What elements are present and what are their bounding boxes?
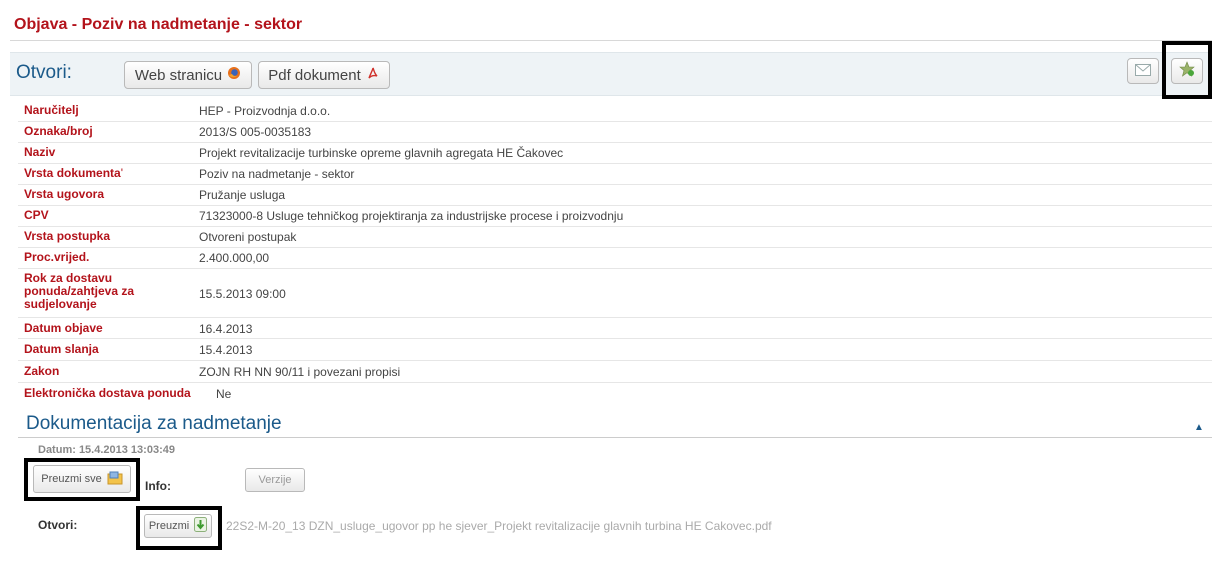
detail-label: Vrsta dokumenta' <box>24 166 123 180</box>
detail-row: Datum objave 16.4.2013 <box>18 318 1212 339</box>
highlight-box <box>24 458 140 501</box>
detail-label: Datum objave <box>24 321 103 335</box>
detail-row: Vrsta ugovora Pružanje usluga <box>18 185 1212 206</box>
detail-label: Oznaka/broj <box>24 124 93 138</box>
detail-label: Vrsta postupka <box>24 229 111 243</box>
pdf-document-button[interactable]: Pdf dokument <box>258 61 390 89</box>
detail-value: Pružanje usluga <box>199 188 286 202</box>
detail-row: Elektronička dostava ponuda Ne <box>18 383 1212 404</box>
open-label: Otvori: <box>16 62 72 83</box>
detail-value: Otvoreni postupak <box>199 230 297 244</box>
page-title: Objava - Poziv na nadmetanje - sektor <box>14 16 303 33</box>
title-divider <box>10 40 1212 41</box>
detail-row: Vrsta postupka Otvoreni postupak <box>18 227 1212 248</box>
detail-row: Naručitelj HEP - Proizvodnja d.o.o. <box>18 101 1212 122</box>
detail-label: Naručitelj <box>24 103 79 117</box>
detail-value: HEP - Proizvodnja d.o.o. <box>199 104 331 118</box>
detail-label: Naziv <box>24 145 56 159</box>
detail-label: Proc.vrijed. <box>24 250 90 264</box>
email-button[interactable] <box>1127 58 1159 84</box>
firefox-icon <box>227 66 241 84</box>
detail-value: Projekt revitalizacije turbinske opreme … <box>199 146 564 160</box>
documentation-title: Dokumentacija za nadmetanje <box>26 413 282 434</box>
detail-value: 71323000-8 Usluge tehničkog projektiranj… <box>199 209 624 223</box>
web-page-button-label: Web stranicu <box>134 66 223 84</box>
detail-label: Elektronička dostava ponuda <box>24 386 191 400</box>
pdf-icon <box>366 66 380 84</box>
detail-row: Proc.vrijed. 2.400.000,00 <box>18 248 1212 269</box>
pdf-document-button-label: Pdf dokument <box>268 66 361 84</box>
detail-label: CPV <box>24 208 49 222</box>
open-file-label: Otvori: <box>38 518 78 532</box>
detail-row: Zakon ZOJN RH NN 90/11 i povezani propis… <box>18 361 1212 383</box>
detail-value: 2.400.000,00 <box>199 251 270 265</box>
highlight-box <box>1162 41 1212 99</box>
detail-row: Rok za dostavu ponuda/zahtjeva za sudjel… <box>18 269 1212 318</box>
detail-value: 2013/S 005-0035183 <box>199 125 312 139</box>
highlight-box <box>136 506 222 550</box>
envelope-icon <box>1135 63 1151 80</box>
detail-label: Zakon <box>24 364 60 378</box>
documentation-date: Datum: 15.4.2013 13:03:49 <box>38 444 175 456</box>
versions-button[interactable]: Verzije <box>245 468 305 492</box>
collapse-caret-icon[interactable]: ▲ <box>1194 422 1204 433</box>
detail-value: 16.4.2013 <box>199 322 253 336</box>
detail-row: Vrsta dokumenta' Poziv na nadmetanje - s… <box>18 164 1212 185</box>
detail-row: CPV 71323000-8 Usluge tehničkog projekti… <box>18 206 1212 227</box>
detail-value: 15.4.2013 <box>199 343 253 357</box>
detail-label: Datum slanja <box>24 342 99 356</box>
detail-label: Vrsta ugovora <box>24 187 105 201</box>
detail-row: Oznaka/broj 2013/S 005-0035183 <box>18 122 1212 143</box>
detail-value: ZOJN RH NN 90/11 i povezani propisi <box>199 365 401 379</box>
detail-value: Poziv na nadmetanje - sektor <box>199 167 355 181</box>
detail-value: Ne <box>216 387 232 401</box>
detail-row: Naziv Projekt revitalizacije turbinske o… <box>18 143 1212 164</box>
detail-label: Rok za dostavu ponuda/zahtjeva za sudjel… <box>24 271 135 311</box>
file-name-link[interactable]: 22S2-M-20_13 DZN_usluge_ugovor pp he sje… <box>226 519 772 533</box>
web-page-button[interactable]: Web stranicu <box>124 61 252 89</box>
info-label: Info: <box>145 479 171 493</box>
detail-row: Datum slanja 15.4.2013 <box>18 339 1212 361</box>
detail-value: 15.5.2013 09:00 <box>199 287 286 301</box>
documentation-divider <box>18 437 1212 438</box>
